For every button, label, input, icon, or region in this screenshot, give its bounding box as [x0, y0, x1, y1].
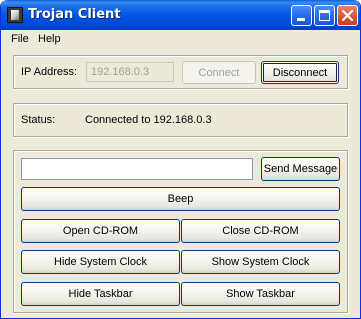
menu-file[interactable]: File [11, 33, 29, 45]
status-value: Connected to 192.168.0.3 [85, 114, 212, 126]
connect-button[interactable]: Connect [182, 61, 256, 84]
ip-address-field[interactable]: 192.168.0.3 [86, 62, 174, 82]
show-taskbar-button[interactable]: Show Taskbar [181, 282, 340, 306]
close-cdrom-button[interactable]: Close CD-ROM [181, 219, 340, 243]
menu-bar: File Help [1, 30, 360, 48]
commands-panel: Send Message Beep Open CD-ROM Close CD-R… [13, 150, 348, 313]
maximize-icon [319, 10, 330, 21]
ip-address-label: IP Address: [21, 66, 78, 78]
hide-taskbar-button[interactable]: Hide Taskbar [21, 282, 180, 306]
status-label: Status: [21, 114, 56, 126]
message-input[interactable] [21, 158, 253, 180]
maximize-button[interactable] [314, 5, 335, 26]
open-cdrom-button[interactable]: Open CD-ROM [21, 219, 180, 243]
hide-system-clock-button[interactable]: Hide System Clock [21, 250, 180, 274]
disconnect-button[interactable]: Disconnect [261, 61, 339, 84]
app-window: Trojan Client File Help IP Address: 192.… [0, 0, 361, 319]
title-bar[interactable]: Trojan Client [1, 0, 360, 30]
send-message-button[interactable]: Send Message [261, 157, 340, 181]
window-title: Trojan Client [28, 7, 121, 22]
app-icon[interactable] [7, 7, 23, 23]
beep-button[interactable]: Beep [21, 187, 340, 211]
menu-help[interactable]: Help [38, 33, 61, 45]
show-system-clock-button[interactable]: Show System Clock [181, 250, 340, 274]
minimize-button[interactable] [291, 5, 312, 26]
connection-panel: IP Address: 192.168.0.3 Connect Disconne… [13, 55, 348, 89]
status-panel: Status: Connected to 192.168.0.3 [13, 103, 348, 137]
close-button[interactable] [337, 5, 358, 26]
minimize-icon [297, 18, 305, 21]
